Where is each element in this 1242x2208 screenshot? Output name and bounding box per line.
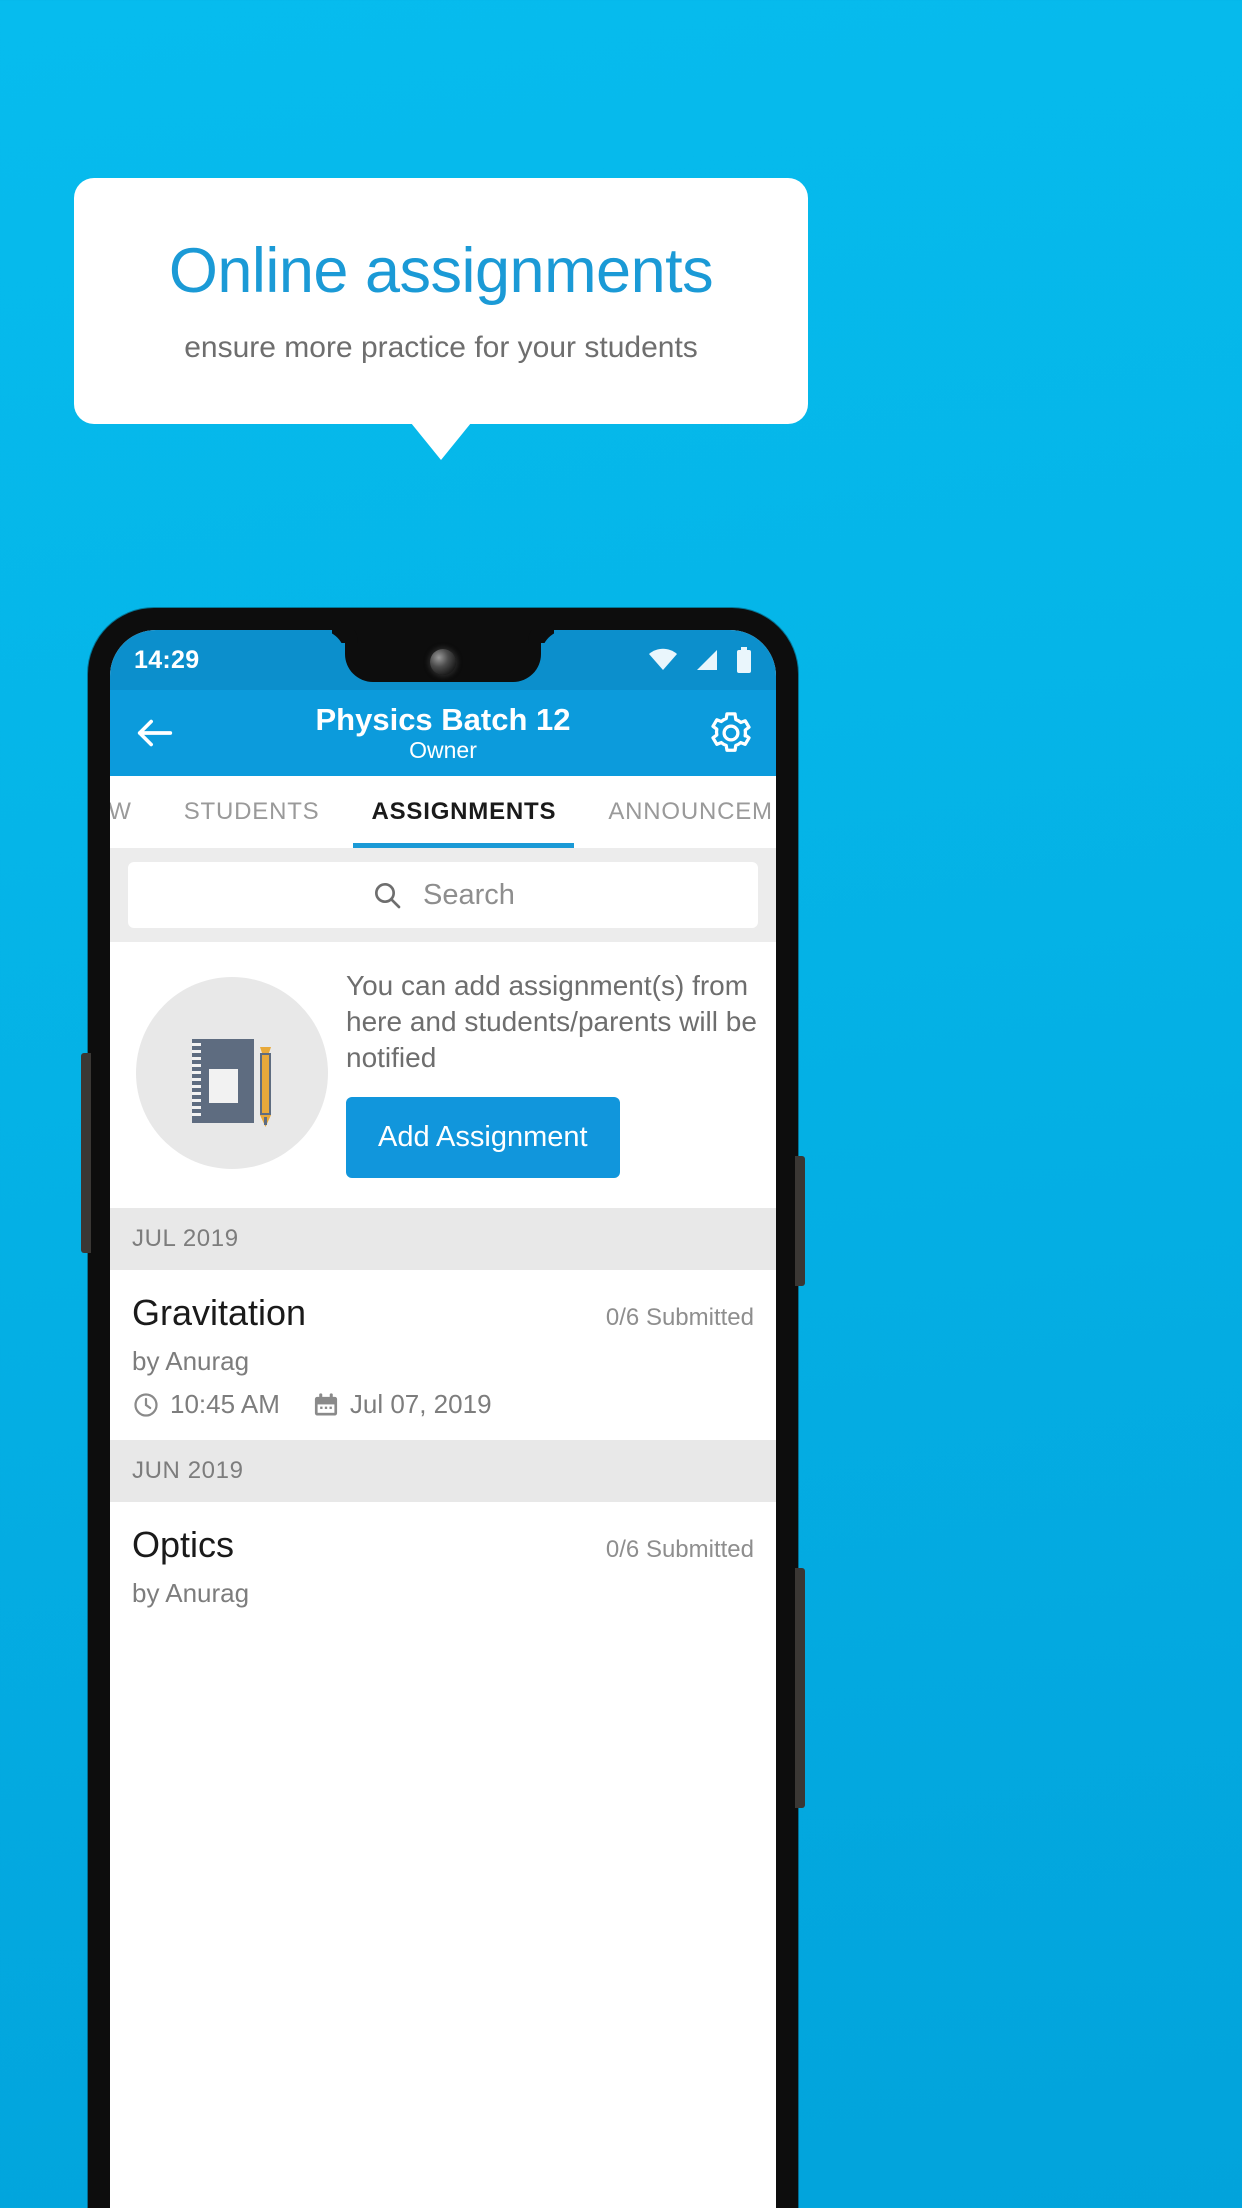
- add-assignment-button[interactable]: Add Assignment: [346, 1097, 620, 1179]
- promo-card-tail: [411, 423, 471, 460]
- status-bar: 14:29: [110, 630, 776, 690]
- phone-screen: 14:29 Physics Batch 12 Owner W STUDENTS …: [110, 630, 776, 2208]
- assignment-meta: 10:45 AM Jul 07, 2019: [132, 1389, 754, 1420]
- phone-volume-button[interactable]: [795, 1156, 805, 1286]
- promo-card: Online assignments ensure more practice …: [74, 178, 808, 424]
- search-input[interactable]: Search: [128, 862, 758, 928]
- phone-notch: [345, 630, 541, 682]
- assignment-title: Gravitation: [132, 1292, 307, 1334]
- empty-state-illustration: [132, 977, 332, 1170]
- phone-mockup: 14:29 Physics Batch 12 Owner W STUDENTS …: [81, 608, 805, 2208]
- wifi-icon: [649, 648, 677, 670]
- promo-title: Online assignments: [168, 235, 714, 306]
- empty-state-message: You can add assignment(s) from here and …: [346, 970, 757, 1073]
- front-camera-icon: [430, 649, 456, 675]
- assignment-title: Optics: [132, 1524, 235, 1566]
- app-bar-titles: Physics Batch 12 Owner: [110, 701, 776, 764]
- assignment-date: Jul 07, 2019: [349, 1389, 492, 1420]
- phone-left-button[interactable]: [81, 1053, 91, 1253]
- empty-state-card: You can add assignment(s) from here and …: [110, 942, 776, 1209]
- assignment-submitted-count: 0/6 Submitted: [605, 1304, 754, 1332]
- app-bar: Physics Batch 12 Owner: [110, 690, 776, 776]
- phone-power-button[interactable]: [795, 1568, 805, 1808]
- illustration-circle: [136, 977, 328, 1170]
- assignment-submitted-count: 0/6 Submitted: [605, 1536, 754, 1564]
- promo-subtitle: ensure more practice for your students: [184, 330, 698, 364]
- signal-icon: [697, 650, 717, 670]
- assignment-header: Gravitation 0/6 Submitted: [132, 1292, 754, 1334]
- tab-overview[interactable]: IEW: [110, 776, 158, 848]
- empty-state-content: You can add assignment(s) from here and …: [332, 968, 776, 1179]
- tab-assignments[interactable]: ASSIGNMENTS: [345, 776, 582, 848]
- assignment-time: 10:45 AM: [170, 1389, 280, 1420]
- tab-announcements[interactable]: ANNOUNCEM: [582, 776, 776, 848]
- month-header-jun: JUN 2019: [110, 1440, 776, 1503]
- calendar-icon: [314, 1393, 337, 1416]
- status-bar-clock: 14:29: [134, 645, 200, 674]
- tab-bar: IEW STUDENTS ASSIGNMENTS ANNOUNCEM: [110, 776, 776, 848]
- back-arrow-icon[interactable]: [132, 710, 178, 756]
- search-container: Search: [110, 848, 776, 942]
- assignment-author: by Anurag: [132, 1578, 250, 1609]
- battery-icon: [737, 647, 751, 673]
- notebook-pen-icon: [192, 1039, 271, 1128]
- tab-students[interactable]: STUDENTS: [158, 776, 346, 848]
- search-placeholder: Search: [423, 878, 515, 911]
- assignment-header: Optics 0/6 Submitted: [132, 1524, 754, 1566]
- gear-icon[interactable]: [708, 710, 754, 756]
- assignment-row-gravitation[interactable]: Gravitation 0/6 Submitted by Anurag 10:4…: [110, 1270, 776, 1441]
- page-subtitle: Owner: [409, 737, 477, 764]
- assignment-row-optics[interactable]: Optics 0/6 Submitted by Anurag: [110, 1502, 776, 1630]
- month-header-jul: JUL 2019: [110, 1208, 776, 1271]
- status-bar-icons: [648, 647, 752, 673]
- page-title: Physics Batch 12: [315, 701, 571, 737]
- assignment-author: by Anurag: [132, 1346, 250, 1377]
- search-icon: [375, 883, 401, 909]
- clock-icon: [134, 1393, 158, 1417]
